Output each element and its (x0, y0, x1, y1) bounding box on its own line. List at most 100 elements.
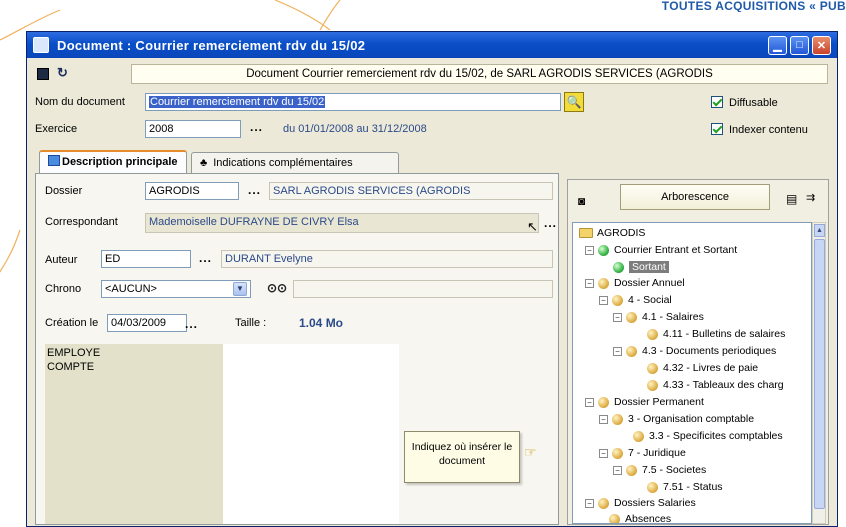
tree-item-societes[interactable]: − 7.5 - Societes (613, 462, 706, 478)
tree-item-tableaux-charges[interactable]: 4.33 - Tableaux des charg (647, 377, 784, 393)
tree-item-organisation-comptable[interactable]: − 3 - Organisation comptable (599, 411, 754, 427)
tree-item-dossiers-salaries[interactable]: − Dossiers Salaries (585, 495, 696, 511)
node-icon (612, 413, 623, 425)
tree-item-bulletins[interactable]: 4.11 - Bulletins de salaires (647, 326, 785, 342)
indexer-check[interactable] (711, 123, 723, 135)
tab-indications[interactable]: ♣ Indications complémentaires (191, 152, 399, 174)
tree-label: 4.32 - Livres de paie (663, 362, 759, 374)
tree-item-sortant[interactable]: Sortant (613, 259, 669, 275)
chrono-select[interactable]: <AUCUN> ▼ (101, 280, 251, 298)
auteur-browse-button[interactable]: ... (199, 251, 212, 265)
chrono-detail-field (293, 280, 553, 298)
tree-label: 4.1 - Salaires (642, 311, 704, 323)
dossier-code-input[interactable]: AGRODIS (145, 182, 239, 200)
tree-item-dossier-annuel[interactable]: − Dossier Annuel (585, 275, 685, 291)
tree-label: Dossier Permanent (614, 396, 704, 408)
tree-item-social[interactable]: − 4 - Social (599, 292, 672, 308)
correspondant-browse-button[interactable]: ... (544, 216, 557, 230)
node-icon (598, 396, 609, 408)
refresh-icon[interactable]: ↻ (57, 65, 68, 81)
tree-label: 7.5 - Societes (642, 464, 707, 476)
exercice-label: Exercice (35, 123, 78, 135)
save-icon[interactable] (37, 68, 49, 80)
tree-item-absences[interactable]: Absences (609, 511, 672, 524)
tree-scrollbar[interactable]: ▲ (812, 222, 826, 524)
node-icon (598, 244, 609, 256)
chevron-down-icon[interactable]: ▼ (233, 282, 247, 296)
scroll-up-icon[interactable]: ▲ (814, 224, 825, 237)
tree-item-juridique[interactable]: − 7 - Juridique (599, 445, 686, 461)
collapse-node-icon[interactable]: − (599, 414, 608, 424)
tree-label: 4.3 - Documents periodiques (642, 345, 777, 357)
nom-document-input[interactable]: Courrier remerciement rdv du 15/02 (145, 93, 561, 111)
locate-icon[interactable]: ◙ (578, 194, 585, 208)
node-icon (613, 261, 624, 273)
document-header: Document Courrier remerciement rdv du 15… (131, 64, 828, 84)
taille-label: Taille : (235, 317, 267, 329)
collapse-node-icon[interactable]: − (585, 397, 594, 407)
close-button[interactable]: ✕ (812, 35, 831, 55)
creation-label: Création le (45, 317, 99, 329)
tree-label: AGRODIS (597, 227, 646, 239)
memo-line-employe: EMPLOYE (47, 347, 101, 359)
creation-browse-button[interactable]: ... (185, 317, 198, 331)
folder-icon (579, 228, 593, 238)
node-icon (612, 294, 623, 306)
tree-item-specificites[interactable]: 3.3 - Specificites comptables (633, 428, 783, 444)
node-icon (609, 513, 620, 523)
people-icon: ♣ (200, 157, 208, 169)
auteur-code-input[interactable]: ED (101, 250, 191, 268)
tree-item-dossier-permanent[interactable]: − Dossier Permanent (585, 394, 704, 410)
tree-label: 4.33 - Tableaux des charg (663, 379, 784, 391)
diffusable-check[interactable] (711, 96, 723, 108)
tree-options-icon[interactable]: ▤ (786, 192, 797, 206)
collapse-icon[interactable]: ⇉ (806, 191, 815, 204)
title-bar[interactable]: Document : Courrier remerciement rdv du … (27, 32, 837, 58)
node-icon (626, 464, 637, 476)
search-icon[interactable]: 🔍 (564, 92, 584, 112)
collapse-node-icon[interactable]: − (599, 295, 608, 305)
tree-item-courrier[interactable]: − Courrier Entrant et Sortant (585, 242, 737, 258)
exercice-input[interactable]: 2008 (145, 120, 241, 138)
category-memo[interactable]: EMPLOYE COMPTE (45, 344, 223, 524)
tree-item-documents-periodiques[interactable]: − 4.3 - Documents periodiques (613, 343, 776, 359)
node-icon (647, 362, 658, 374)
exercice-browse-button[interactable]: ... (250, 120, 263, 134)
dossier-label: Dossier (45, 185, 83, 197)
preview-area (223, 344, 399, 524)
tree-item-salaires[interactable]: − 4.1 - Salaires (613, 309, 704, 325)
tree-label: Dossiers Salaries (614, 497, 696, 509)
collapse-node-icon[interactable]: − (585, 498, 594, 508)
chrono-label: Chrono (45, 283, 82, 295)
collapse-node-icon[interactable]: − (585, 278, 594, 288)
maximize-button[interactable]: □ (790, 35, 809, 55)
exercice-range: du 01/01/2008 au 31/12/2008 (283, 123, 427, 135)
tree-label: Absences (625, 513, 672, 524)
creation-date-input[interactable]: 04/03/2009 (107, 314, 187, 332)
correspondant-field[interactable]: Mademoiselle DUFRAYNE DE CIVRY Elsa (145, 213, 539, 233)
tree-label: 4 - Social (628, 294, 672, 306)
tree-label-selected: Sortant (629, 261, 669, 273)
tab-description-principale[interactable]: Description principale (39, 150, 187, 174)
dossier-browse-button[interactable]: ... (248, 183, 261, 197)
tree-item-livres-paie[interactable]: 4.32 - Livres de paie (647, 360, 758, 376)
scroll-thumb[interactable] (814, 239, 825, 509)
collapse-node-icon[interactable]: − (599, 448, 608, 458)
diffusable-checkbox[interactable]: Diffusable (711, 96, 778, 109)
collapse-node-icon[interactable]: − (613, 312, 622, 322)
minimize-button[interactable]: ▁ (768, 35, 787, 55)
tree-item-status[interactable]: 7.51 - Status (647, 479, 723, 495)
collapse-node-icon[interactable]: − (613, 346, 622, 356)
nom-document-label: Nom du document (35, 96, 125, 108)
indexer-checkbox[interactable]: Indexer contenu (711, 123, 808, 136)
node-icon (626, 345, 637, 357)
tree-view[interactable]: AGRODIS − Courrier Entrant et Sortant Sor… (572, 222, 812, 524)
correspondant-label: Correspondant (45, 216, 118, 228)
arborescence-button[interactable]: Arborescence (620, 184, 770, 210)
binoculars-icon[interactable]: ⊙⊙ (267, 281, 287, 295)
tree-item-agrodis[interactable]: AGRODIS (579, 225, 645, 241)
auteur-label: Auteur (45, 254, 78, 266)
tree-label: 4.11 - Bulletins de salaires (663, 328, 786, 340)
collapse-node-icon[interactable]: − (585, 245, 594, 255)
collapse-node-icon[interactable]: − (613, 465, 622, 475)
